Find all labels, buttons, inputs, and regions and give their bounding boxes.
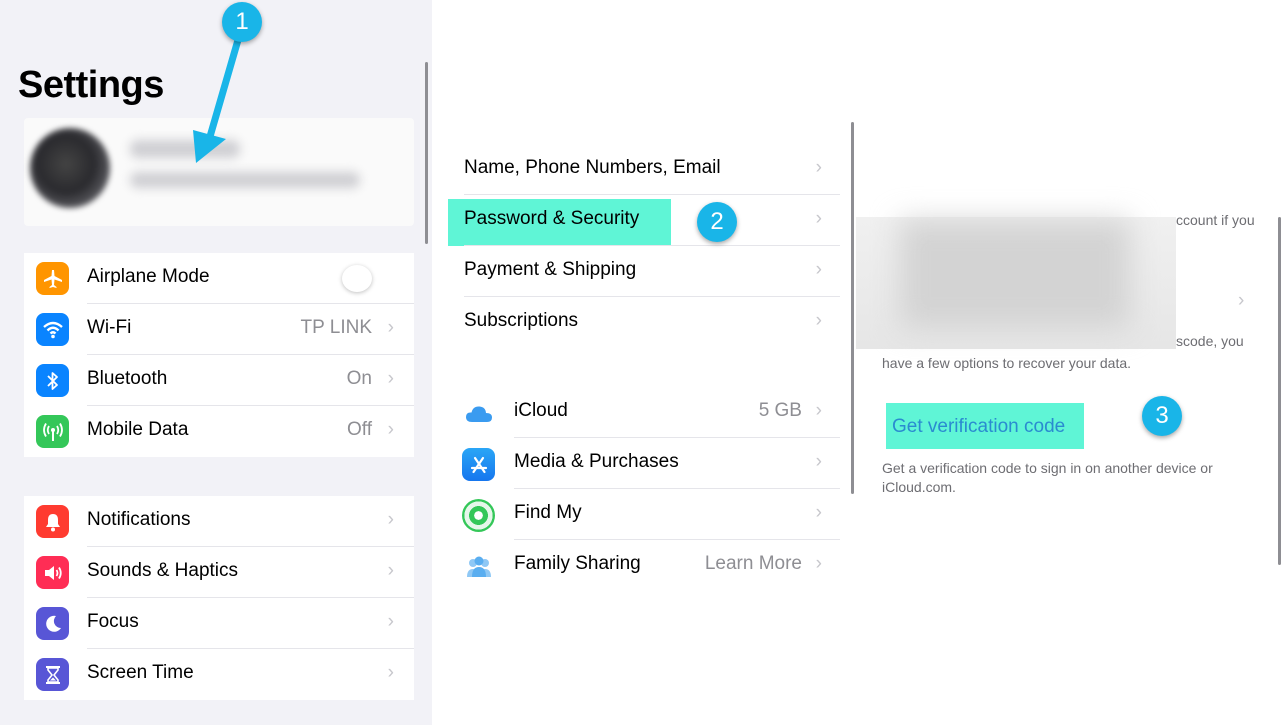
step-badge-2: 2 xyxy=(697,202,737,242)
step-badge-3: 3 xyxy=(1142,396,1182,436)
annotation-arrow xyxy=(193,36,242,163)
step-badge-1: 1 xyxy=(222,2,262,42)
